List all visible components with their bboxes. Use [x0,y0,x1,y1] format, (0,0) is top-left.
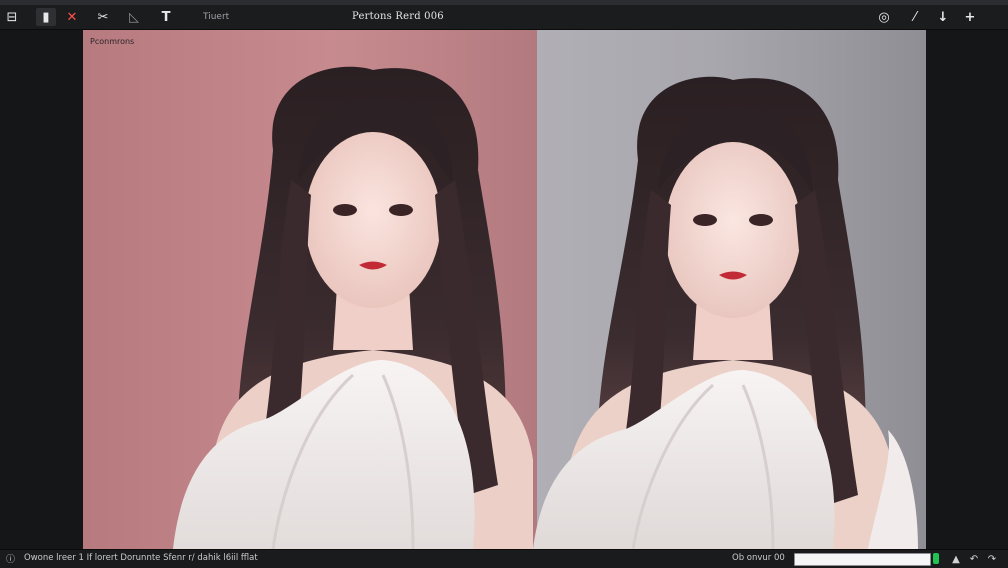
target-button[interactable]: ◎ [874,8,894,26]
plus-button[interactable]: + [960,8,980,26]
status-text: Owone lreer 1 If lorert Dorunnte Sfenr r… [24,553,258,563]
arrow-down-button[interactable]: ↓ [933,8,953,26]
arrow-up-icon: ▲ [952,553,960,565]
zoom-input[interactable] [794,553,931,566]
menu-label[interactable]: Tiuert [203,12,229,22]
status-bar: ⓘ Owone lreer 1 If lorert Dorunnte Sfenr… [0,549,1008,568]
close-icon: ✕ [66,9,78,25]
undo-button[interactable]: ↶ [966,551,982,567]
cut-button[interactable]: ✂ [93,8,113,26]
arrow-up-button[interactable]: ▲ [948,551,964,567]
window-title: Pertons Rerd 006 [352,11,444,22]
ruler-icon: ◺ [129,9,139,25]
panel-icon: ▮ [42,9,50,25]
image-canvas[interactable]: Pconmrons [83,30,926,549]
wand-icon: ⁄ [913,9,917,25]
redo-button[interactable]: ↷ [984,551,1000,567]
info-icon: ⓘ [6,555,16,565]
text-tool-button[interactable]: T [156,8,176,26]
undo-icon: ↶ [969,553,979,565]
portrait-right [533,76,918,549]
magic-button[interactable]: ⁄ [905,8,925,26]
ruler-button[interactable]: ◺ [124,8,144,26]
text-tool-icon: T [161,9,171,25]
target-icon: ◎ [878,9,890,25]
panel-button[interactable]: ▮ [36,8,56,26]
layout-button[interactable]: ⊟ [2,8,22,26]
right-panel [926,30,1008,549]
zoom-label: Ob onvur 00 [732,553,785,563]
close-button[interactable]: ✕ [62,8,82,26]
status-indicator [933,553,939,564]
left-panel [0,30,83,549]
layout-icon: ⊟ [6,9,18,25]
plus-icon: + [964,9,976,25]
arrow-down-icon: ↓ [937,9,949,25]
top-toolbar: ⊟ ▮ ✕ ✂ ◺ T Tiuert Pertons Rerd 006 ◎ ⁄ … [0,5,1008,30]
scissors-icon: ✂ [97,9,109,25]
redo-icon: ↷ [987,553,997,565]
